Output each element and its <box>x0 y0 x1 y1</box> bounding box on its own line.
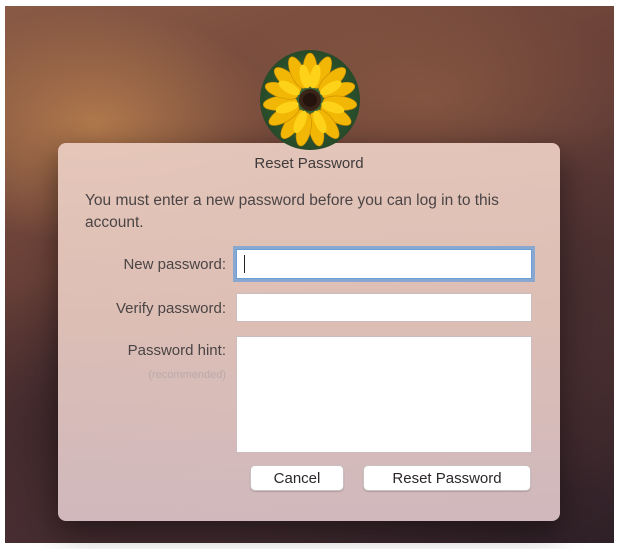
dialog-message: You must enter a new password before you… <box>85 192 499 231</box>
text-caret <box>244 255 245 273</box>
password-hint-label: Password hint: <box>127 342 226 359</box>
new-password-input[interactable] <box>236 249 532 279</box>
sunflower-icon <box>262 52 358 147</box>
verify-password-input[interactable] <box>236 293 532 322</box>
cancel-button[interactable]: Cancel <box>250 465 344 491</box>
reset-password-button[interactable]: Reset Password <box>363 465 531 491</box>
new-password-label: New password: <box>123 256 226 273</box>
sunflower-avatar-icon <box>260 50 360 150</box>
reset-password-dialog: Reset Password You must enter a new pass… <box>58 143 560 521</box>
password-hint-input[interactable] <box>236 336 532 453</box>
password-hint-sublabel: (recommended) <box>148 369 226 381</box>
verify-password-label: Verify password: <box>115 300 226 317</box>
dialog-title: Reset Password <box>254 155 364 172</box>
